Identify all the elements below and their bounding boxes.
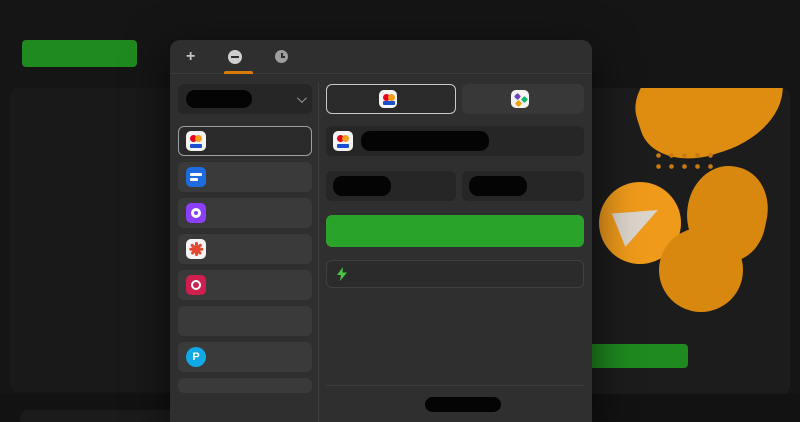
currency-value-redacted <box>186 90 252 108</box>
ecorpay-icon <box>186 167 206 187</box>
account-number-input[interactable] <box>326 126 584 156</box>
bank-card-icon <box>333 131 353 151</box>
withdrawal-modal: + <box>170 40 592 422</box>
method-mobile[interactable] <box>178 306 312 336</box>
operator-card-p2p-selected[interactable] <box>326 84 456 114</box>
column-divider <box>318 82 319 422</box>
mobile-phone-icon <box>186 311 206 331</box>
tab-history[interactable] <box>275 40 295 74</box>
payeer-icon: P <box>186 347 206 367</box>
tab-withdraw[interactable] <box>228 40 249 74</box>
method-ecorpay[interactable] <box>178 162 312 192</box>
plus-icon: + <box>186 49 195 65</box>
account-number-redacted <box>361 131 489 151</box>
method-card[interactable] <box>178 126 312 156</box>
currency-select[interactable] <box>178 84 312 114</box>
create-request-button[interactable] <box>326 215 584 247</box>
chevron-down-icon <box>297 93 307 103</box>
operator-card-p2p-alt[interactable] <box>462 84 584 114</box>
withdraw-form-column <box>326 74 584 288</box>
sbp-icon <box>511 90 529 108</box>
minus-circle-icon <box>228 50 242 64</box>
method-partial-clipped[interactable] <box>178 378 312 393</box>
withdraw-methods-column: P <box>178 74 312 393</box>
paper-plane-icon <box>612 197 666 247</box>
withdraw-limit-redacted <box>425 397 501 412</box>
fee-footer <box>326 385 584 422</box>
piastrix-icon <box>186 239 206 259</box>
orange-circle-decor <box>659 228 743 312</box>
method-payeer[interactable]: P <box>178 342 312 372</box>
modal-body: P <box>170 74 592 422</box>
fkwallet-icon <box>186 275 206 295</box>
method-piastrix[interactable] <box>178 234 312 264</box>
lightning-icon <box>337 267 347 281</box>
receive-amount-input[interactable] <box>462 171 584 201</box>
tab-deposit[interactable]: + <box>186 40 202 74</box>
method-fkwallet[interactable] <box>178 270 312 300</box>
bank-card-icon <box>186 131 206 151</box>
link-telegram-button-2[interactable] <box>588 344 688 368</box>
modal-header: + <box>170 40 592 74</box>
link-telegram-button[interactable] <box>22 40 137 67</box>
yoomoney-icon <box>186 203 206 223</box>
fast-payouts-banner <box>326 260 584 288</box>
dots-decor <box>652 150 714 174</box>
bank-card-icon <box>379 90 397 108</box>
page-background: + <box>0 0 800 422</box>
clock-icon <box>275 50 288 63</box>
withdraw-amount-input[interactable] <box>326 171 456 201</box>
withdraw-amount-redacted <box>333 176 391 196</box>
receive-amount-redacted <box>469 176 527 196</box>
method-yoomoney[interactable] <box>178 198 312 228</box>
